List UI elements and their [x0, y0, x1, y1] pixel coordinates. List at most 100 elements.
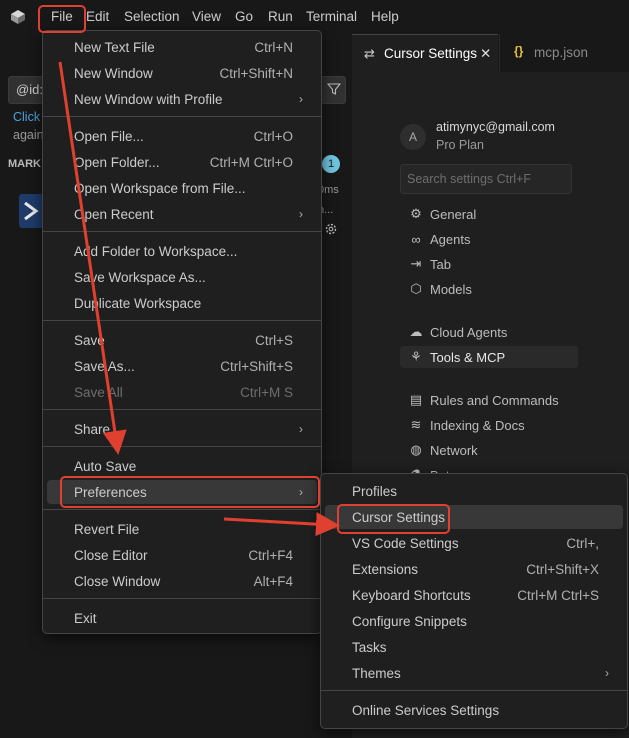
settings-nav-models[interactable]: ⬡ Models — [408, 278, 472, 300]
submenu-item-vscode-settings[interactable]: VS Code Settings Ctrl+, — [325, 531, 623, 555]
menu-run[interactable]: Run — [268, 8, 293, 26]
click-link[interactable]: Click — [13, 110, 40, 124]
menu-item-label: Duplicate Workspace — [74, 295, 202, 311]
menu-item-close-window[interactable]: Close Window Alt+F4 — [47, 569, 317, 593]
menu-item-add-folder[interactable]: Add Folder to Workspace... — [47, 239, 317, 263]
menu-item-label: Add Folder to Workspace... — [74, 243, 238, 259]
menu-item-save-workspace-as[interactable]: Save Workspace As... — [47, 265, 317, 289]
menu-separator — [43, 231, 321, 232]
nav-label: Tab — [430, 256, 451, 272]
menu-item-label: New Window — [74, 65, 153, 81]
settings-nav-cloud-agents[interactable]: ☁ Cloud Agents — [408, 321, 508, 343]
menu-view[interactable]: View — [192, 8, 221, 26]
menu-item-revert-file[interactable]: Revert File — [47, 517, 317, 541]
menu-item-label: Share — [74, 421, 111, 437]
close-icon[interactable]: ✕ — [480, 46, 491, 62]
tab-cursor-settings[interactable]: ⇄ Cursor Settings ✕ — [352, 34, 498, 73]
menu-help[interactable]: Help — [371, 8, 399, 26]
submenu-item-keyboard-shortcuts[interactable]: Keyboard Shortcuts Ctrl+M Ctrl+S — [325, 583, 623, 607]
menu-separator — [321, 690, 627, 691]
tab-arrow-icon: ⇥ — [410, 256, 422, 271]
menu-item-new-text-file[interactable]: New Text File Ctrl+N — [47, 35, 317, 59]
menu-item-label: Exit — [74, 610, 97, 626]
menu-item-label: Save — [74, 332, 105, 348]
menu-item-duplicate-workspace[interactable]: Duplicate Workspace — [47, 291, 317, 315]
menu-item-label: New Window with Profile — [74, 91, 223, 107]
clipboard-icon: ▤ — [409, 392, 423, 407]
cloud-icon: ☁ — [409, 324, 423, 339]
menu-item-label: Revert File — [74, 521, 140, 537]
nav-label: Agents — [430, 231, 471, 247]
menu-item-save-as[interactable]: Save As... Ctrl+Shift+S — [47, 354, 317, 378]
menu-item-new-window[interactable]: New Window Ctrl+Shift+N — [47, 61, 317, 85]
settings-nav-rules[interactable]: ▤ Rules and Commands — [408, 389, 559, 411]
submenu-item-cursor-settings[interactable]: Cursor Settings — [325, 505, 623, 529]
gear-icon: ⚙ — [410, 206, 422, 221]
chevron-right-icon: › — [299, 485, 303, 499]
menu-item-open-file[interactable]: Open File... Ctrl+O — [47, 124, 317, 148]
menu-item-label: Profiles — [352, 483, 398, 499]
json-braces-icon: {} — [514, 44, 524, 58]
tab-mcp-json[interactable]: {} mcp.json — [499, 34, 612, 72]
submenu-item-tasks[interactable]: Tasks — [325, 635, 623, 659]
cursor-logo-icon — [11, 10, 25, 24]
menu-separator — [43, 409, 321, 410]
menu-item-preferences[interactable]: Preferences › — [47, 480, 317, 504]
menu-item-auto-save[interactable]: Auto Save — [47, 454, 317, 478]
menu-item-shortcut: Ctrl+S — [255, 332, 293, 348]
menu-item-exit[interactable]: Exit — [47, 606, 317, 630]
menu-file[interactable]: File — [51, 8, 73, 26]
menu-item-shortcut: Ctrl+O — [253, 128, 293, 144]
settings-search-placeholder: Search settings Ctrl+F — [407, 172, 532, 186]
settings-nav-network[interactable]: ◍ Network — [408, 439, 478, 461]
menu-item-shortcut: Ctrl+Shift+X — [526, 561, 599, 577]
settings-search-input[interactable]: Search settings Ctrl+F — [400, 164, 572, 194]
nav-label: Models — [430, 281, 472, 297]
settings-nav-agents[interactable]: ∞ Agents — [408, 228, 470, 250]
database-icon: ≋ — [410, 417, 422, 432]
settings-nav-tools-mcp[interactable]: ⚘ Tools & MCP — [400, 346, 578, 368]
menu-item-save[interactable]: Save Ctrl+S — [47, 328, 317, 352]
menu-item-shortcut: Ctrl+Shift+S — [220, 358, 293, 374]
submenu-item-profiles[interactable]: Profiles — [325, 479, 623, 503]
nav-label: Indexing & Docs — [430, 417, 525, 433]
settings-nav-indexing[interactable]: ≋ Indexing & Docs — [408, 414, 525, 436]
submenu-item-configure-snippets[interactable]: Configure Snippets — [325, 609, 623, 633]
menu-item-label: Extensions — [352, 561, 419, 577]
menu-edit[interactable]: Edit — [86, 8, 109, 26]
settings-nav-tab[interactable]: ⇥ Tab — [408, 253, 451, 275]
globe-icon: ◍ — [410, 442, 422, 457]
menu-item-label: Themes — [352, 665, 401, 681]
menu-go[interactable]: Go — [235, 8, 253, 26]
menu-item-open-recent[interactable]: Open Recent › — [47, 202, 317, 226]
menu-item-label: New Text File — [74, 39, 155, 55]
nav-label: Cloud Agents — [430, 324, 508, 340]
menu-item-shortcut: Ctrl+F4 — [248, 547, 293, 563]
menu-terminal[interactable]: Terminal — [306, 8, 357, 26]
submenu-item-extensions[interactable]: Extensions Ctrl+Shift+X — [325, 557, 623, 581]
chevron-right-icon: › — [605, 666, 609, 680]
menu-item-label: Tasks — [352, 639, 387, 655]
preferences-submenu: Profiles Cursor Settings VS Code Setting… — [320, 473, 628, 729]
gear-icon[interactable] — [324, 222, 338, 236]
editor-tabs: ⇄ Cursor Settings ✕ {} mcp.json — [352, 34, 629, 73]
nav-label: Network — [430, 442, 478, 458]
menu-item-share[interactable]: Share › — [47, 417, 317, 441]
menu-item-label: Keyboard Shortcuts — [352, 587, 471, 603]
menu-item-open-folder[interactable]: Open Folder... Ctrl+M Ctrl+O — [47, 150, 317, 174]
filter-icon[interactable] — [327, 82, 341, 96]
menu-item-shortcut: Ctrl+Shift+N — [219, 65, 293, 81]
menu-item-new-window-profile[interactable]: New Window with Profile › — [47, 87, 317, 111]
menu-selection[interactable]: Selection — [124, 8, 180, 26]
menu-item-close-editor[interactable]: Close Editor Ctrl+F4 — [47, 543, 317, 567]
menu-item-label: Save Workspace As... — [74, 269, 206, 285]
cube-icon: ⬡ — [410, 281, 422, 296]
settings-nav-general[interactable]: ⚙ General — [408, 203, 476, 225]
notification-badge: 1 — [322, 155, 340, 173]
menu-item-label: Configure Snippets — [352, 613, 467, 629]
menu-item-open-workspace[interactable]: Open Workspace from File... — [47, 176, 317, 200]
avatar: A — [400, 124, 426, 150]
submenu-item-online-services[interactable]: Online Services Settings — [325, 698, 623, 722]
chevron-right-icon: › — [299, 207, 303, 221]
submenu-item-themes[interactable]: Themes › — [325, 661, 623, 685]
